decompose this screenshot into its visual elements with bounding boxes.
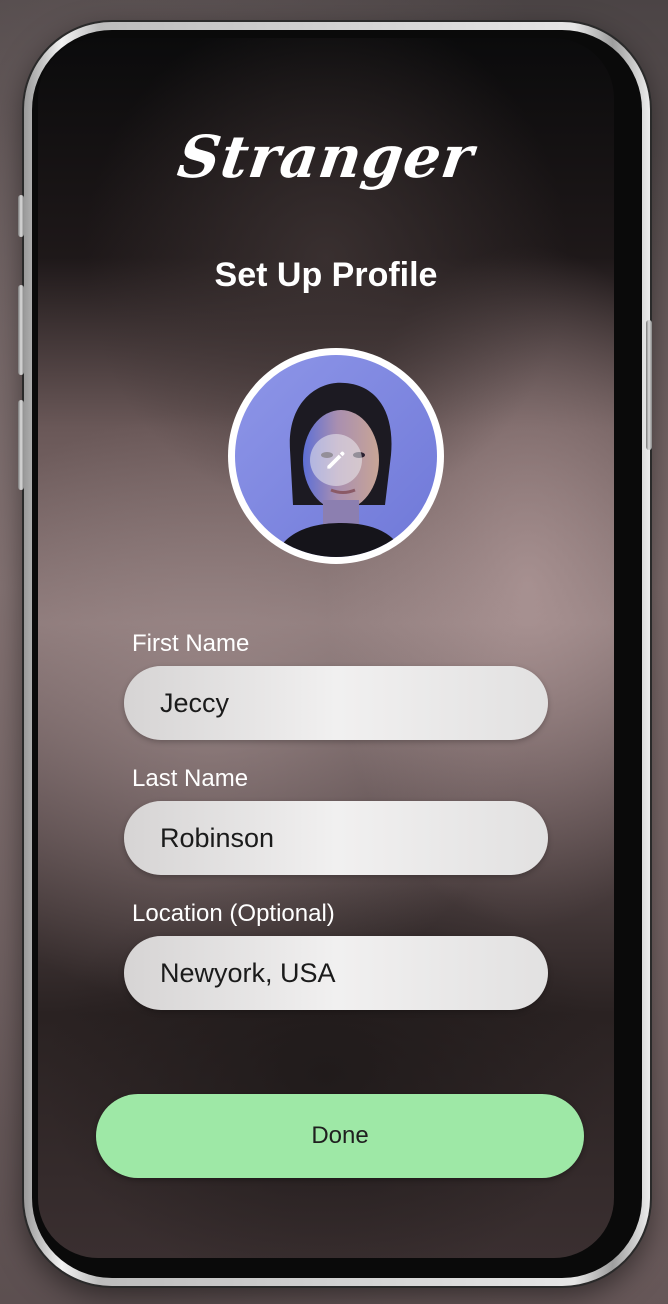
power-button xyxy=(646,320,652,450)
app-logo: Stranger xyxy=(173,123,479,191)
done-button[interactable]: Done xyxy=(96,1094,584,1178)
location-field-container[interactable] xyxy=(124,936,548,1010)
edit-photo-button[interactable] xyxy=(310,434,362,486)
volume-up-button xyxy=(18,195,24,237)
first-name-field-container[interactable] xyxy=(124,666,548,740)
page-title: Set Up Profile xyxy=(214,256,438,294)
first-name-field[interactable] xyxy=(160,666,520,740)
silent-switch xyxy=(18,400,24,490)
location-field[interactable] xyxy=(160,936,520,1010)
volume-down-button xyxy=(18,285,24,375)
last-name-label: Last Name xyxy=(132,765,249,792)
location-label: Location (Optional) xyxy=(132,900,335,927)
app-screen: Stranger Set Up Profile First Name Jeccy… xyxy=(38,38,614,1258)
last-name-field-container[interactable] xyxy=(124,801,548,875)
last-name-field[interactable] xyxy=(160,801,520,875)
pencil-icon xyxy=(327,451,345,469)
first-name-label: First Name xyxy=(132,630,250,657)
